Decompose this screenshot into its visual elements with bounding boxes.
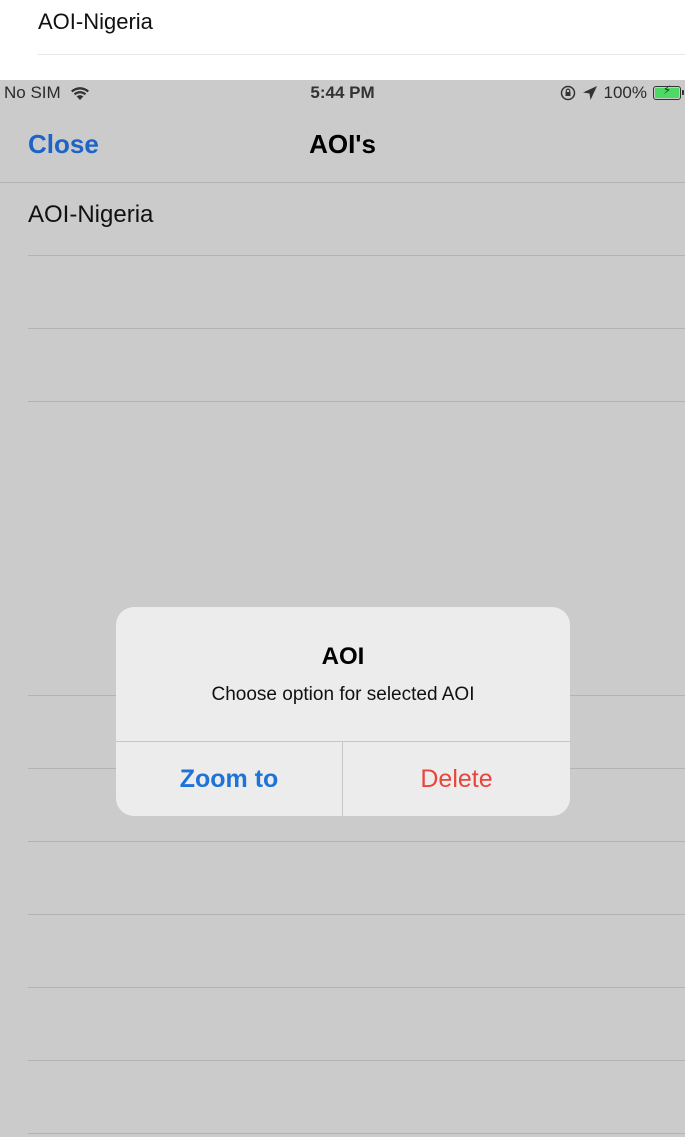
- list-item-label: AOI-Nigeria: [28, 201, 154, 228]
- list-item-empty: [28, 329, 685, 402]
- status-bar: No SIM 5:44 PM 100% ⚡: [0, 80, 685, 108]
- battery-icon: ⚡: [653, 83, 684, 100]
- aoi-modal-sheet: No SIM 5:44 PM 100% ⚡ Close AOI's AOI-Ni…: [0, 80, 685, 1137]
- list-item-empty: [28, 842, 685, 915]
- page-title: AOI's: [309, 129, 376, 159]
- list-item-empty: [28, 988, 685, 1061]
- navigation-bar: Close AOI's: [0, 108, 685, 183]
- list-item-empty: [28, 915, 685, 988]
- list-item[interactable]: AOI-Nigeria: [28, 183, 685, 256]
- alert-message: Choose option for selected AOI: [211, 684, 475, 705]
- zoom-to-button[interactable]: Zoom to: [116, 742, 342, 816]
- location-arrow-icon: [582, 86, 597, 100]
- alert-title: AOI: [321, 643, 365, 670]
- list-item-empty: [28, 1061, 685, 1134]
- action-alert: AOI Choose option for selected AOI Zoom …: [116, 607, 570, 816]
- orientation-lock-icon: [560, 85, 575, 101]
- background-page: AOI-Nigeria: [0, 0, 685, 80]
- background-list-item[interactable]: AOI-Nigeria: [38, 6, 153, 38]
- delete-button[interactable]: Delete: [343, 742, 570, 816]
- divider: [38, 54, 685, 55]
- list-item-empty: [28, 256, 685, 329]
- status-right: 100% ⚡: [560, 83, 684, 103]
- battery-percent: 100%: [603, 83, 647, 102]
